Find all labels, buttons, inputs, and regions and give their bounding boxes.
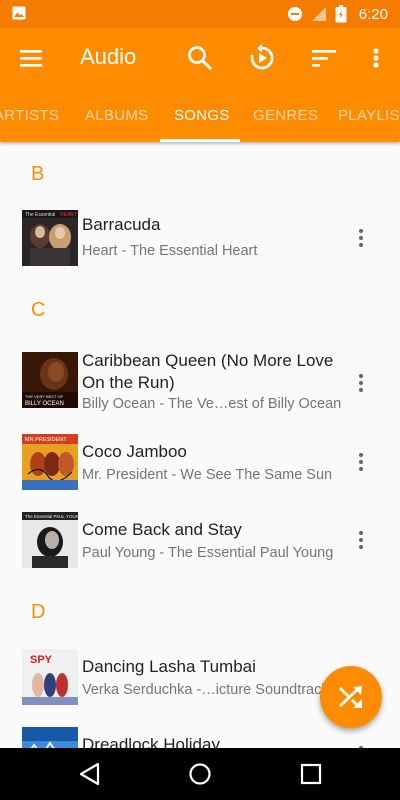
album-cover-image: THE VERY BEST OF BILLY OCEAN <box>22 352 78 408</box>
album-cover-image: SPY <box>22 649 78 705</box>
system-navbar <box>0 748 400 800</box>
section-header-d: D <box>31 601 46 623</box>
tab-genres[interactable]: GENRES <box>253 88 318 142</box>
status-bar: 6:20 <box>0 0 400 28</box>
status-icons: 6:20 <box>287 4 388 24</box>
song-item[interactable]: The Essential PAUL YOUNG Come Back and S… <box>0 511 400 571</box>
album-cover-image: The Essential PAUL YOUNG <box>22 512 78 568</box>
song-title: Dancing Lasha Tumbai <box>82 657 256 676</box>
page-title: Audio <box>80 44 137 69</box>
song-subtitle: Heart - The Essential Heart <box>82 243 258 259</box>
dnd-icon <box>287 7 302 21</box>
more-vert-icon[interactable] <box>362 44 390 72</box>
tab-bar: ARTISTS ALBUMS SONGS GENRES PLAYLISTS <box>0 88 400 142</box>
song-list[interactable]: B The Essential HEART Barracuda Heart - … <box>0 143 400 748</box>
song-subtitle: Mr. President - We See The Same Sun <box>82 467 333 483</box>
tab-artists[interactable]: ARTISTS <box>0 88 59 142</box>
shuffle-icon <box>339 686 362 708</box>
status-time: 6:20 <box>358 5 388 23</box>
svg-text:SPY: SPY <box>30 654 53 666</box>
svg-text:HEART: HEART <box>60 212 77 218</box>
song-title: Coco Jamboo <box>82 442 187 461</box>
more-vert-icon[interactable] <box>352 451 370 475</box>
battery-icon <box>335 5 347 23</box>
album-cover-image <box>22 727 78 748</box>
song-title: Come Back and Stay <box>82 520 242 539</box>
svg-text:BILLY OCEAN: BILLY OCEAN <box>25 401 64 407</box>
home-icon[interactable] <box>188 762 212 786</box>
recents-icon[interactable] <box>299 762 323 786</box>
song-item[interactable]: THE VERY BEST OF BILLY OCEAN Caribbean Q… <box>0 348 400 414</box>
song-subtitle: Paul Young - The Essential Paul Young <box>82 545 334 561</box>
tab-indicator <box>160 139 240 142</box>
svg-text:The Essential PAUL YOUNG: The Essential PAUL YOUNG <box>25 514 78 519</box>
song-title: Barracuda <box>82 215 161 234</box>
resume-icon[interactable] <box>248 44 276 72</box>
shuffle-button[interactable] <box>320 666 382 728</box>
menu-icon[interactable] <box>18 46 44 70</box>
back-icon[interactable] <box>78 762 102 786</box>
tab-playlists[interactable]: PLAYLISTS <box>338 88 400 142</box>
section-header-b: B <box>31 163 45 185</box>
more-vert-icon[interactable] <box>352 227 370 251</box>
app-toolbar: Audio <box>0 28 400 88</box>
tab-albums[interactable]: ALBUMS <box>85 88 149 142</box>
more-vert-icon[interactable] <box>352 372 370 396</box>
section-header-c: C <box>31 299 46 321</box>
tab-songs[interactable]: SONGS <box>174 88 230 142</box>
image-icon <box>12 6 26 20</box>
song-subtitle: Billy Ocean - The Ve…est of Billy Ocean <box>82 396 342 412</box>
svg-text:MR.PRESIDENT: MR.PRESIDENT <box>25 437 67 443</box>
song-title: Caribbean Queen (No More Love On the Run… <box>82 351 334 392</box>
song-subtitle: Verka Serduchka -…icture Soundtrack <box>82 682 329 698</box>
svg-text:The Essential: The Essential <box>25 212 55 218</box>
search-icon[interactable] <box>186 44 214 72</box>
more-vert-icon[interactable] <box>352 529 370 553</box>
album-cover-image: The Essential HEART <box>22 210 78 266</box>
svg-text:THE VERY BEST OF: THE VERY BEST OF <box>25 394 64 399</box>
song-title: Dreadlock Holiday <box>82 735 220 748</box>
song-item[interactable]: The Essential HEART Barracuda Heart - Th… <box>0 209 400 269</box>
sort-icon[interactable] <box>310 44 338 72</box>
song-item[interactable]: Dreadlock Holiday <box>0 726 400 748</box>
signal-icon <box>311 7 326 21</box>
song-item[interactable]: MR.PRESIDENT Coco Jamboo Mr. President -… <box>0 433 400 493</box>
album-cover-image: MR.PRESIDENT <box>22 434 78 490</box>
